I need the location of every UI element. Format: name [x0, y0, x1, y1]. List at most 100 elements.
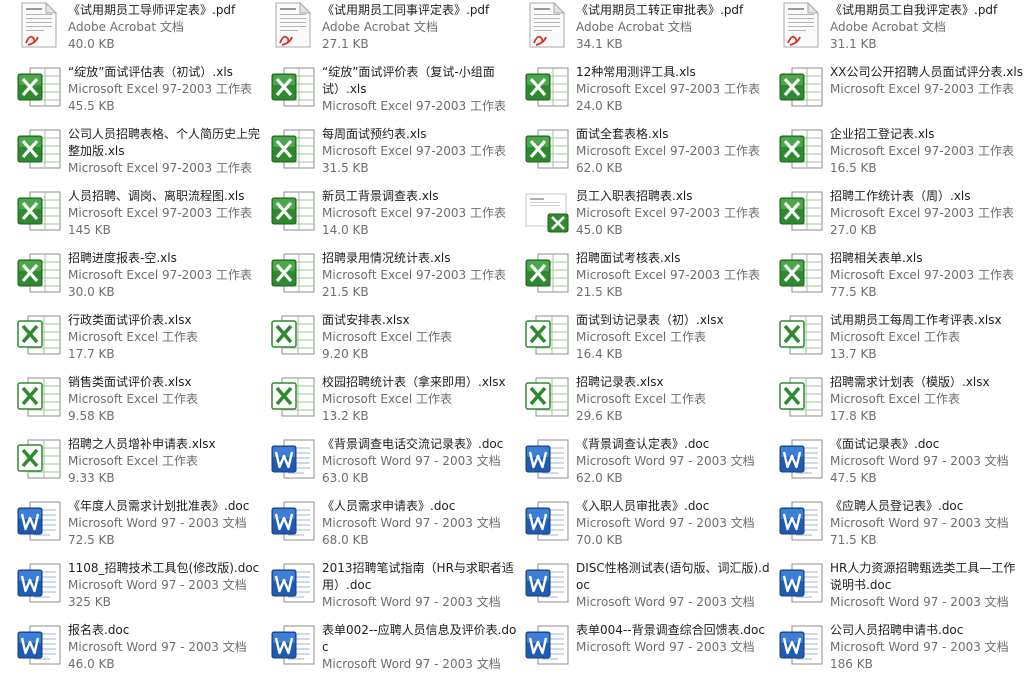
file-name: 公司人员招聘表格、个人简历史上完整加版.xls	[68, 127, 261, 158]
file-item[interactable]: HR人力资源招聘甄选类工具—工作说明书.doc Microsoft Word 97…	[778, 558, 1028, 618]
file-name: 《年度人员需求计划批准表》.doc	[68, 499, 250, 513]
file-name: 招聘之人员增补申请表.xlsx	[68, 437, 216, 451]
file-item[interactable]: 招聘相关表单.xls Microsoft Excel 97-2003 工作表 77.…	[778, 248, 1028, 308]
file-name: 表单004--背景调查综合回馈表.doc	[576, 623, 765, 637]
file-item[interactable]: 招聘面试考核表.xls Microsoft Excel 97-2003 工作表 21…	[524, 248, 774, 308]
file-name: 企业招工登记表.xls	[830, 127, 935, 141]
excel-file-icon	[16, 64, 62, 110]
file-type: Microsoft Excel 97-2003 工作表	[576, 268, 760, 282]
file-item[interactable]: 销售类面试评价表.xlsx Microsoft Excel 工作表 9.58 KB	[16, 372, 266, 432]
file-name: 招聘需求计划表（模版）.xlsx	[830, 375, 990, 389]
excel-file-icon	[778, 126, 824, 172]
file-item[interactable]: 招聘工作统计表（周）.xls Microsoft Excel 97-2003 工作…	[778, 186, 1028, 246]
word-file-icon	[524, 436, 570, 482]
file-name: 销售类面试评价表.xlsx	[68, 375, 192, 389]
file-type: Microsoft Word 97 - 2003 文档	[68, 640, 247, 654]
file-item[interactable]: XX公司公开招聘人员面试评分表.xls Microsoft Excel 97-20…	[778, 62, 1028, 122]
file-item[interactable]: 《试用期员工自我评定表》.pdf Adobe Acrobat 文档 31.1 KB	[778, 0, 1028, 60]
file-size: 45.5 KB	[68, 99, 115, 113]
file-item[interactable]: 报名表.doc Microsoft Word 97 - 2003 文档 46.0 K…	[16, 620, 266, 680]
file-size: 45.0 KB	[576, 223, 623, 237]
file-item[interactable]: 招聘需求计划表（模版）.xlsx Microsoft Excel 工作表 17.8 …	[778, 372, 1028, 432]
file-item[interactable]: 《试用期员工导师评定表》.pdf Adobe Acrobat 文档 40.0 KB	[16, 0, 266, 60]
file-item[interactable]: 表单002--应聘人员信息及评价表.doc Microsoft Word 97 -…	[270, 620, 520, 680]
word-file-icon	[524, 498, 570, 544]
file-item[interactable]: 员工入职表招聘表.xls Microsoft Excel 97-2003 工作表 4…	[524, 186, 774, 246]
word-file-icon	[270, 560, 316, 606]
word-file-icon	[778, 436, 824, 482]
file-item[interactable]: 人员招聘、调岗、离职流程图.xls Microsoft Excel 97-2003…	[16, 186, 266, 246]
file-type: Microsoft Excel 97-2003 工作表	[68, 206, 252, 220]
file-item[interactable]: 行政类面试评价表.xlsx Microsoft Excel 工作表 17.7 KB	[16, 310, 266, 370]
excel-file-icon	[270, 188, 316, 234]
file-grid: 《试用期员工导师评定表》.pdf Adobe Acrobat 文档 40.0 KB …	[0, 0, 1034, 671]
file-name: 行政类面试评价表.xlsx	[68, 313, 192, 327]
file-size: 46.0 KB	[68, 657, 115, 671]
excel-x-file-icon	[16, 374, 62, 420]
file-item[interactable]: 《入职人员审批表》.doc Microsoft Word 97 - 2003 文档…	[524, 496, 774, 556]
excel-x-file-icon	[778, 374, 824, 420]
file-type: Microsoft Excel 97-2003 工作表	[322, 144, 506, 158]
file-size: 14.0 KB	[322, 223, 369, 237]
file-item[interactable]: 企业招工登记表.xls Microsoft Excel 97-2003 工作表 16…	[778, 124, 1028, 184]
file-size: 145 KB	[68, 223, 111, 237]
file-size: 325 KB	[68, 595, 111, 609]
file-item[interactable]: 招聘录用情况统计表.xls Microsoft Excel 97-2003 工作表…	[270, 248, 520, 308]
file-item[interactable]: 《背景调查认定表》.doc Microsoft Word 97 - 2003 文档…	[524, 434, 774, 494]
file-item[interactable]: 校园招聘统计表（拿来即用）.xlsx Microsoft Excel 工作表 13.…	[270, 372, 520, 432]
file-type: Microsoft Excel 工作表	[68, 454, 199, 468]
file-type: Microsoft Word 97 - 2003 文档	[830, 516, 1009, 530]
file-size: 70.0 KB	[576, 533, 623, 547]
file-type: Microsoft Excel 工作表	[68, 330, 199, 344]
excel-file-icon	[524, 250, 570, 296]
file-item[interactable]: 《面试记录表》.doc Microsoft Word 97 - 2003 文档 47…	[778, 434, 1028, 494]
file-item[interactable]: 面试全套表格.xls Microsoft Excel 97-2003 工作表 62.…	[524, 124, 774, 184]
word-file-icon	[16, 498, 62, 544]
file-item[interactable]: 表单004--背景调查综合回馈表.doc Microsoft Word 97 - …	[524, 620, 774, 680]
file-name: 员工入职表招聘表.xls	[576, 189, 693, 203]
file-name: 面试安排表.xlsx	[322, 313, 410, 327]
excel-file-icon	[270, 126, 316, 172]
file-item[interactable]: 1108_招聘技术工具包(修改版).doc Microsoft Word 97 -…	[16, 558, 266, 618]
file-item[interactable]: 《试用期员工转正审批表》.pdf Adobe Acrobat 文档 34.1 KB	[524, 0, 774, 60]
file-type: Microsoft Word 97 - 2003 文档	[68, 516, 247, 530]
file-item[interactable]: 招聘进度报表-空.xls Microsoft Excel 97-2003 工作表 3…	[16, 248, 266, 308]
word-file-icon	[778, 560, 824, 606]
file-type: Microsoft Word 97 - 2003 文档	[830, 640, 1009, 654]
file-size: 13.2 KB	[322, 409, 369, 423]
file-name: 表单002--应聘人员信息及评价表.doc	[322, 623, 517, 654]
file-size: 34.1 KB	[576, 37, 623, 51]
file-size: 77.5 KB	[830, 285, 877, 299]
file-size: 13.7 KB	[830, 347, 877, 361]
file-item[interactable]: 《应聘人员登记表》.doc Microsoft Word 97 - 2003 文档…	[778, 496, 1028, 556]
file-item[interactable]: 招聘之人员增补申请表.xlsx Microsoft Excel 工作表 9.33 K…	[16, 434, 266, 494]
file-item[interactable]: 公司人员招聘表格、个人简历史上完整加版.xls Microsoft Excel 9…	[16, 124, 266, 184]
file-item[interactable]: DISC性格测试表(语句版、词汇版).doc Microsoft Word 97 …	[524, 558, 774, 618]
file-item[interactable]: 《年度人员需求计划批准表》.doc Microsoft Word 97 - 200…	[16, 496, 266, 556]
file-item[interactable]: 新员工背景调查表.xls Microsoft Excel 97-2003 工作表 1…	[270, 186, 520, 246]
word-file-icon	[524, 560, 570, 606]
file-item[interactable]: 2013招聘笔试指南（HR与求职者适用）.doc Microsoft Word 9…	[270, 558, 520, 618]
file-item[interactable]: “绽放”面试评估表（初试）.xls Microsoft Excel 97-2003…	[16, 62, 266, 122]
file-type: Microsoft Word 97 - 2003 文档	[322, 516, 501, 530]
file-item[interactable]: 《人员需求申请表》.doc Microsoft Word 97 - 2003 文档…	[270, 496, 520, 556]
excel-x-file-icon	[16, 312, 62, 358]
file-item[interactable]: 公司人员招聘申请书.doc Microsoft Word 97 - 2003 文档…	[778, 620, 1028, 680]
file-item[interactable]: 12种常用测评工具.xls Microsoft Excel 97-2003 工作表…	[524, 62, 774, 122]
file-item[interactable]: 招聘记录表.xlsx Microsoft Excel 工作表 29.6 KB	[524, 372, 774, 432]
file-type: Microsoft Excel 97-2003 工作表	[68, 268, 252, 282]
file-item[interactable]: “绽放”面试评价表（复试-小组面试）.xls Microsoft Excel 97…	[270, 62, 520, 122]
file-type: Microsoft Word 97 - 2003 文档	[576, 454, 755, 468]
file-item[interactable]: 面试安排表.xlsx Microsoft Excel 工作表 9.20 KB	[270, 310, 520, 370]
excel-x-file-icon	[524, 312, 570, 358]
word-file-icon	[270, 436, 316, 482]
file-item[interactable]: 《背景调查电话交流记录表》.doc Microsoft Word 97 - 200…	[270, 434, 520, 494]
file-item[interactable]: 每周面试预约表.xls Microsoft Excel 97-2003 工作表 31…	[270, 124, 520, 184]
excel-file-icon	[270, 64, 316, 110]
file-item[interactable]: 试用期员工每周工作考评表.xlsx Microsoft Excel 工作表 13.7…	[778, 310, 1028, 370]
file-type: Adobe Acrobat 文档	[322, 20, 438, 34]
file-item[interactable]: 面试到访记录表（初）.xlsx Microsoft Excel 工作表 16.4 K…	[524, 310, 774, 370]
file-name: 招聘相关表单.xls	[830, 251, 923, 265]
file-item[interactable]: 《试用期员工同事评定表》.pdf Adobe Acrobat 文档 27.1 KB	[270, 0, 520, 60]
file-type: Microsoft Word 97 - 2003 文档	[68, 578, 247, 592]
